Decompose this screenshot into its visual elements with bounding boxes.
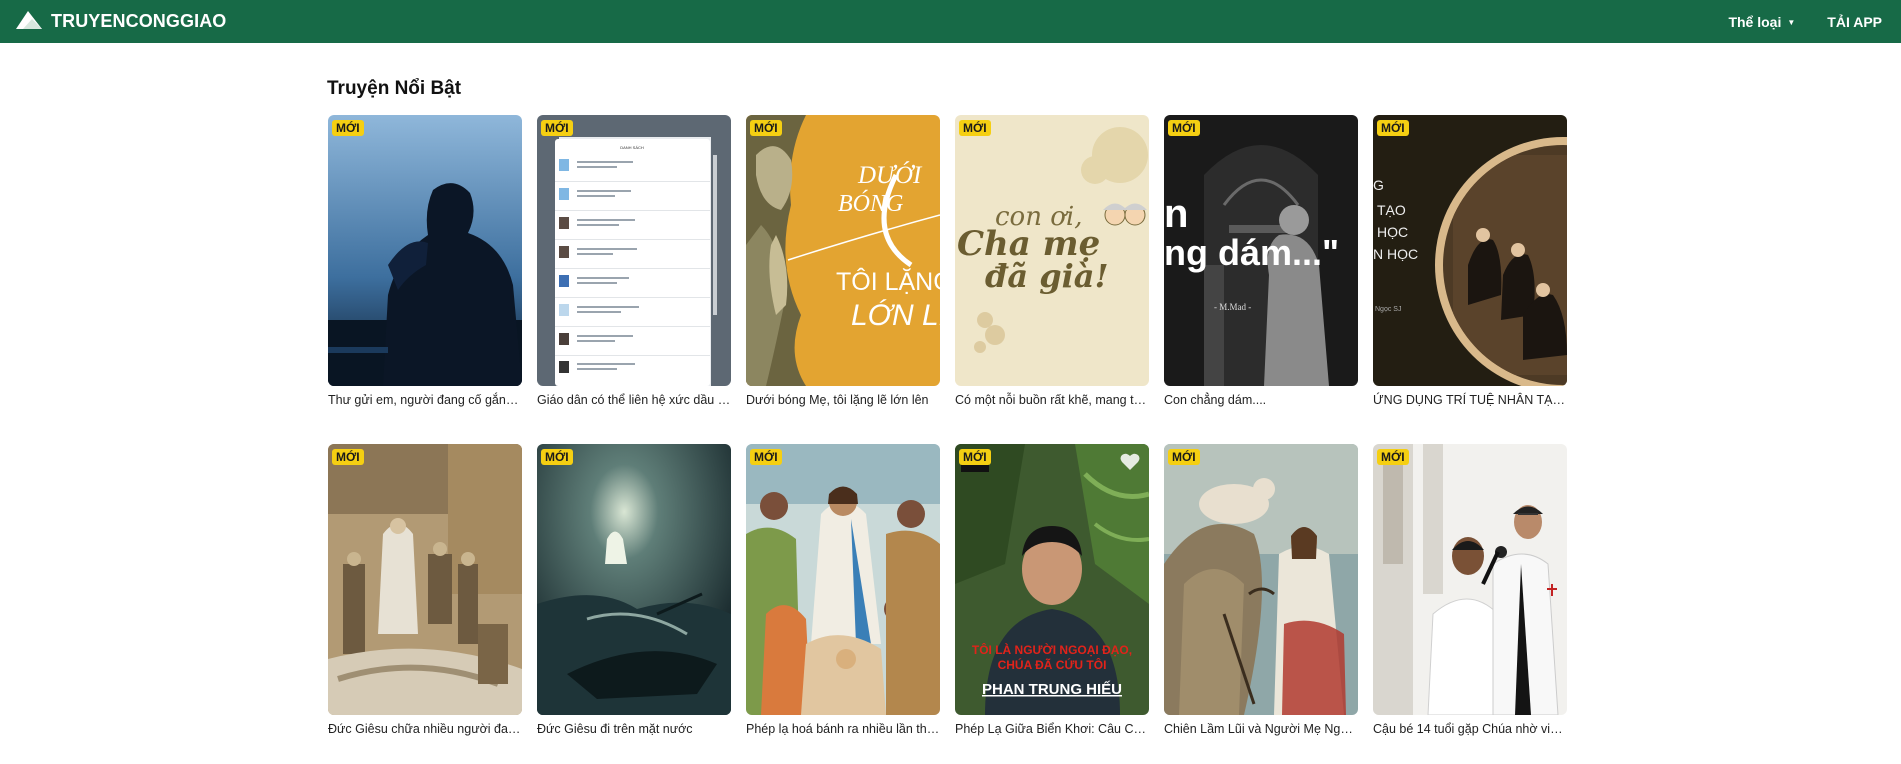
new-badge: MỚI xyxy=(1377,120,1409,136)
story-card[interactable]: MỚI Đức Giêsu đi trên mặt nước xyxy=(537,444,731,737)
story-title: Dưới bóng Mẹ, tôi lặng lẽ lớn lên xyxy=(746,393,929,407)
testimony-video-thumbnail: TÔI LÀ NGƯỜI NGOẠI ĐẠO, CHÚA ĐÃ CỨU TÔI … xyxy=(955,444,1149,715)
story-title: Con chẳng dám.... xyxy=(1164,393,1267,407)
boy-ordination-photo xyxy=(1373,444,1567,715)
story-thumbnail[interactable]: n ng dám..." - M.Mad - MỚI xyxy=(1164,115,1358,386)
new-badge: MỚI xyxy=(1168,449,1200,465)
thumb-author: Ngọc SJ xyxy=(1375,306,1401,313)
logo-icon xyxy=(16,11,42,29)
story-title: Đức Giêsu đi trên mặt nước xyxy=(537,722,693,736)
story-grid: MỚI Thư gửi em, người đang cố gắng sống … xyxy=(328,115,1567,737)
brand-logo-link[interactable]: TRUYENCONGGIAO xyxy=(14,9,226,33)
story-card[interactable]: n ng dám..." - M.Mad - MỚI Con chẳng dám… xyxy=(1164,115,1358,408)
story-thumbnail[interactable]: con ơi, Cha mẹ đã già! MỚI xyxy=(955,115,1149,386)
story-title: Có một nỗi buồn rất khẽ, mang tên cha mẹ… xyxy=(955,393,1149,407)
story-thumbnail[interactable]: MỚI xyxy=(328,115,522,386)
new-badge: MỚI xyxy=(959,120,991,136)
story-thumbnail[interactable]: MỚI xyxy=(746,444,940,715)
story-thumbnail[interactable]: DƯỚI BÓNG TÔI LẶNG LỚN LÊ MỚI xyxy=(746,115,940,386)
story-card[interactable]: MỚI Phép lạ hoá bánh ra nhiều lần thứ nh… xyxy=(746,444,940,737)
list-header-text: DANH SÁCH xyxy=(620,145,644,150)
new-badge: MỚI xyxy=(332,120,364,136)
story-card[interactable]: G TẠO HỌC N HỌC Ngọc SJ MỚI ỨNG DỤNG TRÍ… xyxy=(1373,115,1567,408)
story-card[interactable]: TÔI LÀ NGƯỜI NGOẠI ĐẠO, CHÚA ĐÃ CỨU TÔI … xyxy=(955,444,1149,737)
story-card[interactable]: DƯỚI BÓNG TÔI LẶNG LỚN LÊ MỚI Dưới bóng … xyxy=(746,115,940,408)
mary-statue-image: DƯỚI BÓNG TÔI LẶNG LỚN LÊ xyxy=(746,115,940,386)
story-card[interactable]: MỚI Đức Giêsu chữa nhiều người đau yếu xyxy=(328,444,522,737)
new-badge: MỚI xyxy=(541,120,573,136)
priest-list-image: DANH SÁCH xyxy=(537,115,731,386)
new-badge: MỚI xyxy=(1168,120,1200,136)
elderly-parents-image: con ơi, Cha mẹ đã già! xyxy=(955,115,1149,386)
story-thumbnail[interactable]: MỚI xyxy=(328,444,522,715)
thumb-title-line3: đã già! xyxy=(985,257,1109,295)
top-navbar: TRUYENCONGGIAO Thể loại ▼ TẢI APP xyxy=(0,0,1901,43)
story-title: Cậu bé 14 tuổi gặp Chúa nhờ video trên m… xyxy=(1373,722,1567,736)
thumb-title-line2: CHÚA ĐÃ CỨU TÔI xyxy=(998,657,1107,672)
thumb-title-line2: ng dám..." xyxy=(1164,232,1339,273)
story-title: Chiên Lầm Lũi và Người Mẹ Ngoại Đạo xyxy=(1164,722,1358,736)
story-thumbnail[interactable]: MỚI xyxy=(1373,444,1567,715)
thumb-title-line1: n xyxy=(1164,192,1188,236)
thumb-title-line3: PHAN TRUNG HIẾU xyxy=(982,681,1122,698)
praying-man-image xyxy=(328,115,522,386)
thumb-title-line3: HỌC xyxy=(1377,224,1408,240)
seminary-image: G TẠO HỌC N HỌC Ngọc SJ xyxy=(1373,115,1567,386)
story-card[interactable]: MỚI Chiên Lầm Lũi và Người Mẹ Ngoại Đạo xyxy=(1164,444,1358,737)
heart-icon xyxy=(1120,453,1140,476)
story-card[interactable]: MỚI Cậu bé 14 tuổi gặp Chúa nhờ video tr… xyxy=(1373,444,1567,737)
story-thumbnail[interactable]: MỚI xyxy=(537,444,731,715)
story-card[interactable]: DANH SÁCH MỚI Giáo dân có thể liên hệ xứ… xyxy=(537,115,731,408)
download-app-link[interactable]: TẢI APP xyxy=(1827,14,1882,30)
thumb-title-line4: LỚN LÊ xyxy=(851,299,940,332)
church-boy-image: n ng dám..." - M.Mad - xyxy=(1164,115,1358,386)
thumb-title-line2: TẠO xyxy=(1377,202,1406,218)
story-thumbnail[interactable]: MỚI xyxy=(1164,444,1358,715)
story-title: Thư gửi em, người đang cố gắng sống xyxy=(328,393,522,407)
new-badge: MỚI xyxy=(541,449,573,465)
category-label: Thể loại xyxy=(1728,13,1782,30)
story-thumbnail[interactable]: TÔI LÀ NGƯỜI NGOẠI ĐẠO, CHÚA ĐÃ CỨU TÔI … xyxy=(955,444,1149,715)
story-title: ỨNG DỤNG TRÍ TUỆ NHÂN TẠO TRONG THẦN HỌC xyxy=(1373,393,1567,407)
category-dropdown[interactable]: Thể loại ▼ xyxy=(1728,14,1795,30)
thumb-title-line1: TÔI LÀ NGƯỜI NGOẠI ĐẠO, xyxy=(972,642,1132,657)
story-thumbnail[interactable]: G TẠO HỌC N HỌC Ngọc SJ MỚI xyxy=(1373,115,1567,386)
download-app-label: TẢI APP xyxy=(1827,13,1882,30)
story-title: Giáo dân có thể liên hệ xức dầu qua danh… xyxy=(537,393,731,407)
jesus-healing-painting xyxy=(328,444,522,715)
new-badge: MỚI xyxy=(750,120,782,136)
jesus-lost-sheep-painting xyxy=(1164,444,1358,715)
brand-name: TRUYENCONGGIAO xyxy=(51,10,227,31)
section-title: Truyện Nổi Bật xyxy=(327,78,462,99)
new-badge: MỚI xyxy=(750,449,782,465)
thumb-author: - M.Mad - xyxy=(1214,302,1251,312)
jesus-walking-on-water-painting xyxy=(537,444,731,715)
new-badge: MỚI xyxy=(332,449,364,465)
thumb-title-line1: G xyxy=(1373,177,1384,193)
story-title: Phép Lạ Giữa Biển Khơi: Câu Chuyện Của P… xyxy=(955,722,1149,736)
story-thumbnail[interactable]: DANH SÁCH MỚI xyxy=(537,115,731,386)
new-badge: MỚI xyxy=(959,449,991,465)
thumb-title-line4: N HỌC xyxy=(1373,246,1418,262)
loaves-miracle-illustration xyxy=(746,444,940,715)
story-card[interactable]: con ơi, Cha mẹ đã già! MỚI Có một nỗi bu… xyxy=(955,115,1149,408)
story-title: Phép lạ hoá bánh ra nhiều lần thứ nhất xyxy=(746,722,940,736)
story-title: Đức Giêsu chữa nhiều người đau yếu xyxy=(328,722,522,736)
new-badge: MỚI xyxy=(1377,449,1409,465)
thumb-title-line3: TÔI LẶNG xyxy=(836,267,940,296)
story-card[interactable]: MỚI Thư gửi em, người đang cố gắng sống xyxy=(328,115,522,408)
caret-down-icon: ▼ xyxy=(1787,18,1796,27)
nav-menu: Thể loại ▼ TẢI APP xyxy=(1728,0,1882,43)
thumb-title-line2: BÓNG xyxy=(838,190,903,217)
